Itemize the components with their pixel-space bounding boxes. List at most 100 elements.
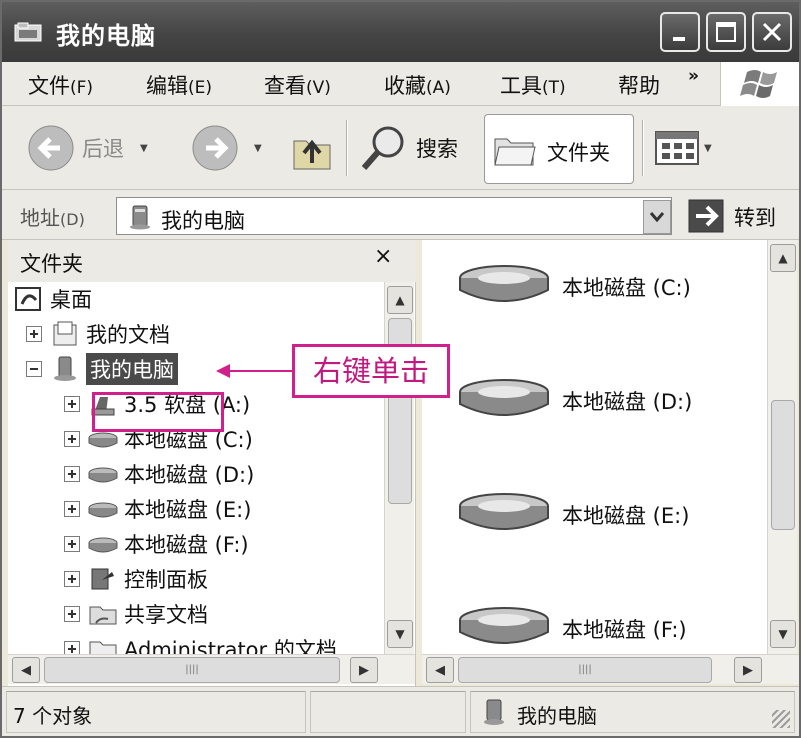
tree-item-drive-e[interactable]: 本地磁盘 (E:) [64,492,251,526]
expand-icon[interactable] [64,641,80,654]
forward-button[interactable]: ▼ [190,106,262,190]
folders-icon [494,138,536,166]
expand-icon[interactable] [64,466,80,482]
folder-icon [89,641,117,654]
maximize-button[interactable] [706,12,746,52]
hard-drive-icon [459,379,549,416]
address-input[interactable]: 我的电脑 [116,197,672,235]
views-button[interactable]: ▼ [654,106,712,190]
folders-pane-title: 文件夹 [20,252,83,276]
drive-label: 本地磁盘 (D:) [562,390,693,414]
expand-icon[interactable] [64,501,80,517]
drive-item-c[interactable]: 本地磁盘 (C:) [456,260,756,310]
search-button[interactable]: 搜索 [358,106,458,190]
menu-view[interactable]: 查看(V) [264,70,331,100]
scroll-left-icon[interactable]: ◀ [426,657,454,683]
scroll-up-icon[interactable]: ▲ [387,286,413,314]
views-icon [655,131,699,165]
go-button[interactable]: 转到 [688,197,794,235]
folders-vertical-scrollbar[interactable]: ▲ ▼ [384,282,414,654]
menu-tools[interactable]: 工具(T) [500,70,566,100]
forward-dropdown-icon[interactable]: ▼ [254,143,262,154]
shared-folder-icon [89,606,117,625]
expand-icon[interactable] [64,536,80,552]
drive-item-d[interactable]: 本地磁盘 (D:) [456,374,756,424]
callout-arrow-icon [216,364,230,378]
computer-icon [484,699,504,725]
resize-grip-icon[interactable] [772,710,790,728]
horizontal-scroll-thumb[interactable]: |||| [44,657,340,683]
folders-horizontal-scrollbar[interactable]: ◀ |||| ▶ [8,654,415,684]
tree-item-control-panel[interactable]: 控制面板 [64,562,208,596]
menu-bar: 文件(F) 编辑(E) 查看(V) 收藏(A) 工具(T) 帮助 » [2,62,799,106]
scroll-thumb[interactable] [771,400,795,530]
content-horizontal-scrollbar[interactable]: ◀ |||| ▶ [422,654,799,684]
computer-icon [130,205,150,230]
drive-label: 本地磁盘 (E:) [562,504,690,528]
scroll-left-icon[interactable]: ◀ [12,657,40,683]
close-button[interactable] [752,12,792,52]
expand-icon[interactable] [26,326,42,342]
menu-edit[interactable]: 编辑(E) [146,70,212,100]
title-bar[interactable]: 我的电脑 [2,2,799,62]
folders-button[interactable]: 文件夹 [484,114,634,184]
up-folder-icon [293,139,331,170]
content-vertical-scrollbar[interactable]: ▲ ▼ [767,240,797,654]
drive-icon [88,467,118,483]
expand-icon[interactable] [64,571,80,587]
status-empty-cell [310,691,466,733]
back-arrow-icon [28,125,74,171]
expand-icon[interactable] [64,431,80,447]
menu-help[interactable]: 帮助 [618,70,660,100]
back-button[interactable]: 后退 ▼ [26,106,148,190]
status-bar: 7 个对象 我的电脑 [2,686,799,736]
expand-icon[interactable] [64,606,80,622]
computer-icon [54,356,76,381]
minimize-button[interactable] [660,12,700,52]
drive-label: 本地磁盘 (F:) [562,618,687,642]
toolbar-separator [346,120,348,176]
scroll-down-icon[interactable]: ▼ [770,620,796,648]
status-location-cell: 我的电脑 [470,691,795,733]
search-label: 搜索 [416,137,458,161]
menu-overflow-chevron[interactable]: » [688,66,699,86]
drive-item-e[interactable]: 本地磁盘 (E:) [456,488,756,538]
desktop-icon [15,287,41,311]
search-icon [361,126,404,170]
expand-icon[interactable] [64,396,80,412]
explorer-window: 我的电脑 文件(F) 编辑(E) 查看(V) 收藏(A) 工具(T) 帮助 » [0,0,801,738]
hard-drive-icon [459,607,549,644]
chevron-down-icon [649,212,665,223]
menu-favorites[interactable]: 收藏(A) [384,70,451,100]
up-folder-button[interactable] [288,106,334,190]
tree-item-administrator-documents[interactable]: Administrator 的文档 [64,632,337,654]
address-value: 我的电脑 [161,209,245,233]
tree-item-my-computer-label: 我的电脑 [86,353,178,385]
address-dropdown-button[interactable] [643,200,671,234]
documents-icon [53,321,77,346]
maximize-icon [716,22,736,42]
tree-item-desktop[interactable]: 桌面 [14,282,92,316]
drive-item-f[interactable]: 本地磁盘 (F:) [456,602,756,652]
forward-arrow-icon [192,125,238,171]
tree-item-drive-f[interactable]: 本地磁盘 (F:) [64,527,249,561]
tree-item-drive-d[interactable]: 本地磁盘 (D:) [64,457,254,491]
tree-item-my-computer[interactable]: 我的电脑 [26,352,178,386]
collapse-icon[interactable] [26,361,42,377]
folders-pane-close-icon[interactable]: × [374,244,392,269]
horizontal-scroll-thumb[interactable]: |||| [458,657,712,683]
views-dropdown-icon[interactable]: ▼ [704,143,712,154]
scroll-down-icon[interactable]: ▼ [387,620,413,648]
callout-connector [222,370,294,372]
back-dropdown-icon[interactable]: ▼ [140,143,148,154]
menu-file[interactable]: 文件(F) [28,70,93,100]
tree-item-shared-documents[interactable]: 共享文档 [64,597,208,631]
scroll-up-icon[interactable]: ▲ [770,244,796,272]
tree-item-my-documents[interactable]: 我的文档 [26,317,170,351]
toolbar: 后退 ▼ ▼ 搜索 文件夹 ▼ [2,106,799,190]
hard-drive-icon [459,265,549,302]
scroll-right-icon[interactable]: ▶ [734,657,762,683]
scroll-right-icon[interactable]: ▶ [350,657,378,683]
window-title: 我的电脑 [56,22,156,50]
my-computer-window-icon [14,22,42,42]
